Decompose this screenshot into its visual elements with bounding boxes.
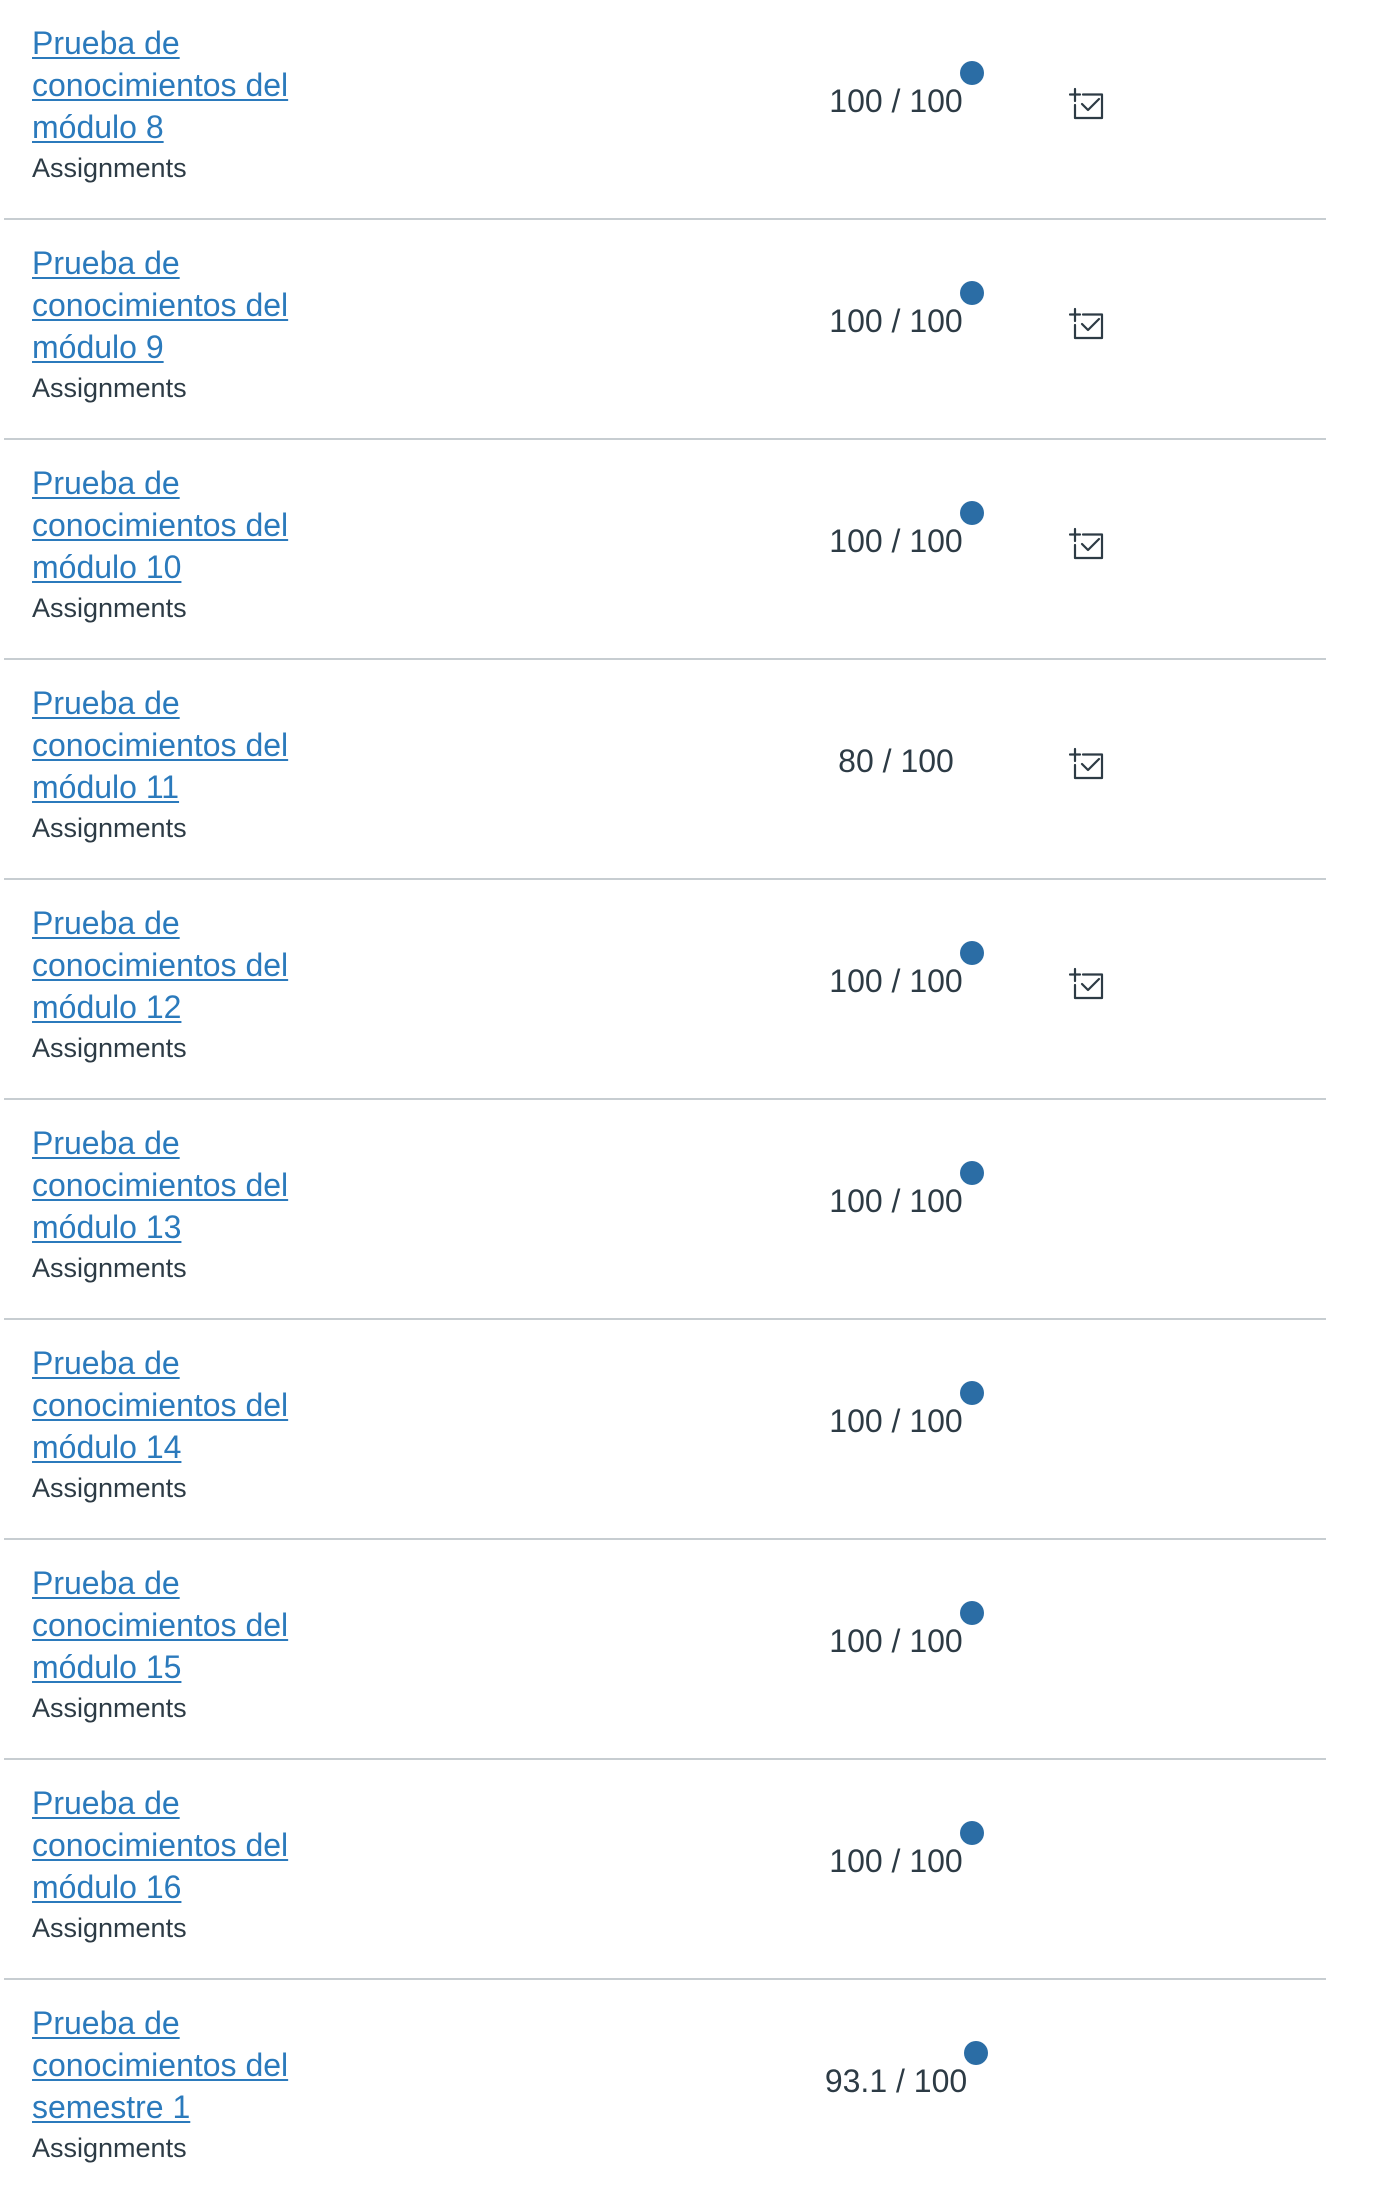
grade-row: Prueba de conocimientos del módulo 9 Ass… xyxy=(4,220,1326,440)
unread-dot-icon[interactable] xyxy=(959,1821,984,1845)
score-text: 100 / 100 xyxy=(829,1381,984,1442)
score-cell: 100 / 100 xyxy=(764,941,1028,1002)
score-cell: 100 / 100 xyxy=(764,1381,1028,1442)
assignment-group-label: Assignments xyxy=(32,1033,187,1063)
assignment-title-link[interactable]: Prueba de conocimientos del módulo 12 xyxy=(32,902,332,1028)
assignment-title-link[interactable]: Prueba de conocimientos del módulo 14 xyxy=(32,1342,332,1468)
grade-row: Prueba de conocimientos del semestre 1 A… xyxy=(4,1980,1326,2200)
assignment-title-link[interactable]: Prueba de conocimientos del módulo 15 xyxy=(32,1562,332,1688)
assignment-title-link[interactable]: Prueba de conocimientos del módulo 16 xyxy=(32,1782,332,1908)
score-cell: 100 / 100 xyxy=(764,281,1028,342)
grade-row: Prueba de conocimientos del módulo 14 As… xyxy=(4,1320,1326,1540)
unread-dot-icon[interactable] xyxy=(959,1161,984,1185)
score-text: 100 / 100 xyxy=(829,1821,984,1882)
assignment-title-cell: Prueba de conocimientos del módulo 12 As… xyxy=(32,902,332,1066)
assignment-title-cell: Prueba de conocimientos del módulo 14 As… xyxy=(32,1342,332,1506)
score-text: 80 / 100 xyxy=(838,743,954,779)
assignment-title-cell: Prueba de conocimientos del módulo 11 As… xyxy=(32,682,332,846)
score-cell: 100 / 100 xyxy=(764,501,1028,562)
unread-dot-icon[interactable] xyxy=(959,941,984,965)
assignment-title-link[interactable]: Prueba de conocimientos del semestre 1 xyxy=(32,2002,332,2128)
unread-dot-icon[interactable] xyxy=(959,1601,984,1625)
assignment-title-link[interactable]: Prueba de conocimientos del módulo 13 xyxy=(32,1122,332,1248)
grade-row: Prueba de conocimientos del módulo 15 As… xyxy=(4,1540,1326,1760)
score-cell: 80 / 100 xyxy=(764,740,1028,782)
assignment-title-link[interactable]: Prueba de conocimientos del módulo 8 xyxy=(32,22,332,148)
grade-row: Prueba de conocimientos del módulo 11 As… xyxy=(4,660,1326,880)
score-cell: 100 / 100 xyxy=(764,1821,1028,1882)
assignment-title-cell: Prueba de conocimientos del módulo 9 Ass… xyxy=(32,242,332,406)
assignment-title-link[interactable]: Prueba de conocimientos del módulo 10 xyxy=(32,462,332,588)
assignment-title-cell: Prueba de conocimientos del módulo 10 As… xyxy=(32,462,332,626)
score-cell: 100 / 100 xyxy=(764,1601,1028,1662)
unread-dot-icon[interactable] xyxy=(959,501,984,525)
assignment-group-label: Assignments xyxy=(32,1473,187,1503)
grade-row: Prueba de conocimientos del módulo 8 Ass… xyxy=(4,0,1326,220)
unread-dot-icon[interactable] xyxy=(959,281,984,305)
unread-dot-icon[interactable] xyxy=(959,1381,984,1405)
score-text: 100 / 100 xyxy=(829,1161,984,1222)
score-cell: 100 / 100 xyxy=(764,1161,1028,1222)
assignment-title-link[interactable]: Prueba de conocimientos del módulo 11 xyxy=(32,682,332,808)
assignment-title-cell: Prueba de conocimientos del semestre 1 A… xyxy=(32,2002,332,2166)
assignment-group-label: Assignments xyxy=(32,1253,187,1283)
grades-list: Prueba de conocimientos del módulo 8 Ass… xyxy=(4,0,1326,2200)
grade-row: Prueba de conocimientos del módulo 13 As… xyxy=(4,1100,1326,1320)
assignment-title-cell: Prueba de conocimientos del módulo 13 As… xyxy=(32,1122,332,1286)
assignment-group-label: Assignments xyxy=(32,593,187,623)
score-text: 100 / 100 xyxy=(829,1601,984,1662)
unread-dot-icon[interactable] xyxy=(964,2041,989,2065)
assignment-group-label: Assignments xyxy=(32,2133,187,2163)
score-text: 93.1 / 100 xyxy=(825,2041,989,2102)
score-cell: 100 / 100 xyxy=(764,61,1028,122)
assignment-group-label: Assignments xyxy=(32,813,187,843)
assignment-group-label: Assignments xyxy=(32,1693,187,1723)
score-text: 100 / 100 xyxy=(829,941,984,1002)
assignment-title-cell: Prueba de conocimientos del módulo 15 As… xyxy=(32,1562,332,1726)
assignment-title-cell: Prueba de conocimientos del módulo 8 Ass… xyxy=(32,22,332,186)
rubric-icon[interactable] xyxy=(1069,306,1105,342)
score-text: 100 / 100 xyxy=(829,281,984,342)
score-cell: 93.1 / 100 xyxy=(764,2041,1028,2102)
rubric-icon[interactable] xyxy=(1069,966,1105,1002)
grade-row: Prueba de conocimientos del módulo 10 As… xyxy=(4,440,1326,660)
rubric-icon[interactable] xyxy=(1069,746,1105,782)
score-text: 100 / 100 xyxy=(829,501,984,562)
assignment-title-link[interactable]: Prueba de conocimientos del módulo 9 xyxy=(32,242,332,368)
assignment-title-cell: Prueba de conocimientos del módulo 16 As… xyxy=(32,1782,332,1946)
assignment-group-label: Assignments xyxy=(32,373,187,403)
assignment-group-label: Assignments xyxy=(32,1913,187,1943)
assignment-group-label: Assignments xyxy=(32,153,187,183)
rubric-icon[interactable] xyxy=(1069,526,1105,562)
score-text: 100 / 100 xyxy=(829,61,984,122)
grade-row: Prueba de conocimientos del módulo 16 As… xyxy=(4,1760,1326,1980)
unread-dot-icon[interactable] xyxy=(959,61,984,85)
grade-row: Prueba de conocimientos del módulo 12 As… xyxy=(4,880,1326,1100)
rubric-icon[interactable] xyxy=(1069,86,1105,122)
